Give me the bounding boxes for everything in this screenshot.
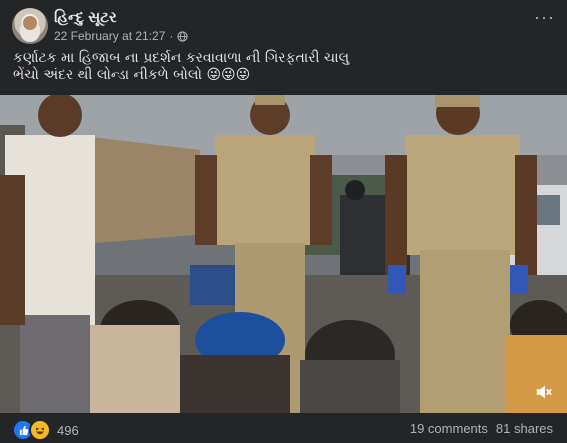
caption-line-1: કર્ણાટક મા હિજાબ ના પ્રદર્શન કરવાવાળા ની… xyxy=(13,50,350,66)
haha-icon xyxy=(29,419,51,441)
post-caption: કર્ણાટક મા હિજાબ ના પ્રદર્શન કરવાવાળા ની… xyxy=(13,50,553,84)
avatar-face xyxy=(23,16,37,30)
mute-icon[interactable] xyxy=(535,383,553,401)
globe-icon[interactable] xyxy=(177,30,189,42)
more-options-icon[interactable]: ··· xyxy=(534,8,555,26)
shares-count[interactable]: 81 shares xyxy=(496,421,553,436)
post-meta: 22 February at 21:27 · xyxy=(54,29,189,43)
post-footer: 496 19 comments 81 shares xyxy=(0,414,567,443)
reaction-count: 496 xyxy=(57,422,79,438)
post-card: હિન્દુ સૂટર 22 February at 21:27 · ··· ક… xyxy=(0,0,567,443)
reactions-summary[interactable]: 496 xyxy=(12,419,79,441)
caption-line-2: ભેંચો અંદર થી લોન્ડા નીકળે બોલો 😜😜😜 xyxy=(13,67,251,83)
comments-count[interactable]: 19 comments xyxy=(410,421,488,436)
post-timestamp[interactable]: 22 February at 21:27 xyxy=(54,29,165,43)
author-avatar[interactable] xyxy=(12,8,48,44)
video-frame xyxy=(0,95,567,413)
author-name[interactable]: હિન્દુ સૂટર xyxy=(54,9,117,26)
meta-separator: · xyxy=(169,29,174,43)
video-player[interactable] xyxy=(0,95,567,413)
engagement-counts: 19 comments 81 shares xyxy=(410,421,553,436)
